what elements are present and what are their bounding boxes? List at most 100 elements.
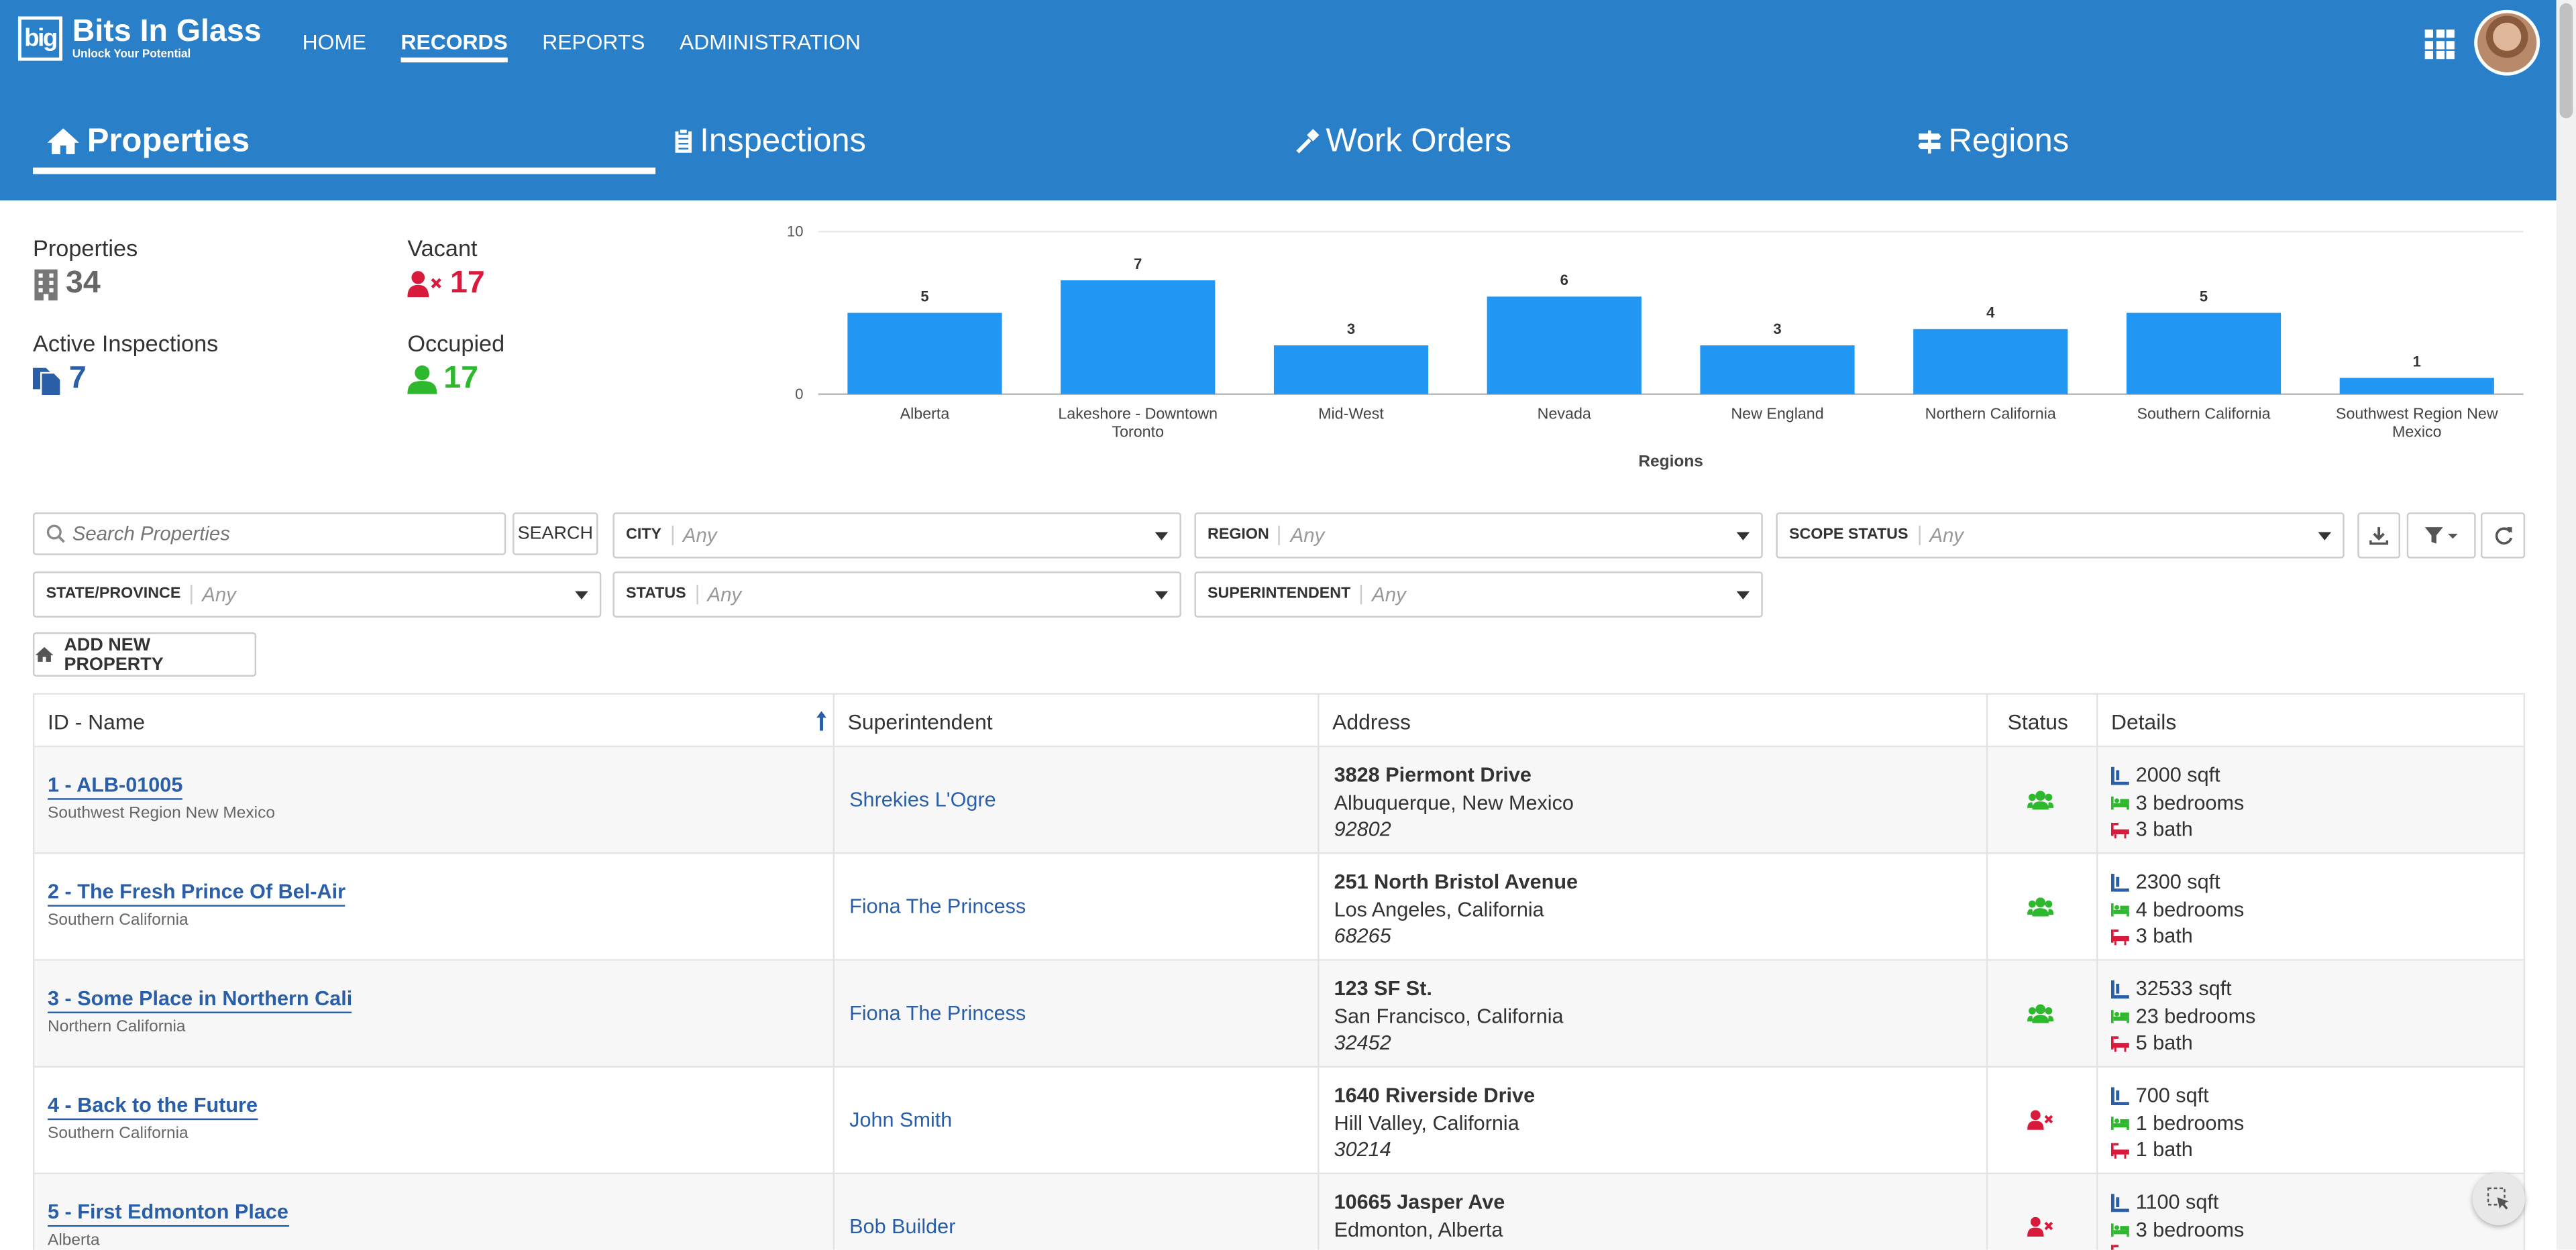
column-divider bbox=[1986, 693, 1988, 1250]
area-ruler-icon bbox=[2110, 766, 2129, 785]
bar bbox=[847, 312, 1002, 394]
state-province-filter[interactable]: STATE/PROVINCE Any bbox=[32, 571, 602, 618]
scope-status-filter[interactable]: SCOPE STATUS Any bbox=[1776, 512, 2345, 559]
hammer-icon bbox=[1296, 129, 1320, 154]
stat-vacant: Vacant 17 bbox=[407, 235, 485, 302]
bar-value-label: 3 bbox=[1773, 321, 1781, 337]
table-row[interactable]: 3 - Some Place in Northern Cali Northern … bbox=[32, 960, 2526, 1068]
filter-label: STATE/PROVINCE bbox=[34, 584, 193, 605]
search-button[interactable]: SEARCH bbox=[513, 512, 598, 555]
stat-active-inspections: Active Inspections 7 bbox=[32, 330, 219, 397]
brand-logo[interactable]: big Bits In Glass Unlock Your Potential bbox=[17, 15, 262, 62]
address-street: 123 SF St. bbox=[1334, 977, 1432, 1001]
nav-administration[interactable]: ADMINISTRATION bbox=[680, 30, 861, 62]
x-tick-label: Mid-West bbox=[1318, 404, 1384, 422]
property-link[interactable]: 5 - First Edmonton Place bbox=[48, 1200, 288, 1227]
caret-down-icon bbox=[1155, 531, 1169, 540]
tab-label: Properties bbox=[87, 122, 250, 159]
tab-regions[interactable]: Regions bbox=[1917, 109, 2069, 174]
apps-grid-icon[interactable] bbox=[2424, 30, 2455, 60]
sort-ascending-icon[interactable] bbox=[816, 711, 826, 731]
address-street: 1640 Riverside Drive bbox=[1334, 1084, 1536, 1107]
vertical-scrollbar[interactable] bbox=[2556, 0, 2576, 1250]
column-header-details[interactable]: Details bbox=[2111, 695, 2176, 749]
caret-down-icon bbox=[2318, 531, 2332, 540]
stat-label: Occupied bbox=[407, 330, 505, 357]
scrollbar-thumb[interactable] bbox=[2559, 3, 2573, 119]
column-header-superintendent[interactable]: Superintendent bbox=[848, 695, 993, 749]
superintendent-link[interactable]: Fiona The Princess bbox=[849, 895, 1026, 918]
filter-menu-button[interactable] bbox=[2406, 512, 2476, 559]
bed-icon bbox=[2110, 797, 2129, 810]
bar-value-label: 7 bbox=[1134, 255, 1142, 272]
detail-sqft: 1100 sqft bbox=[2135, 1190, 2219, 1214]
tab-properties[interactable]: Properties bbox=[46, 109, 250, 174]
address-city: Edmonton, Alberta bbox=[1334, 1217, 1503, 1241]
address-zip: 68265 bbox=[1334, 924, 1391, 948]
nav-home[interactable]: HOME bbox=[303, 30, 367, 62]
property-link[interactable]: 2 - The Fresh Prince Of Bel-Air bbox=[48, 880, 346, 907]
tab-work-orders[interactable]: Work Orders bbox=[1295, 109, 1511, 174]
refresh-button[interactable] bbox=[2480, 512, 2526, 559]
regions-bar-chart: 0 10 5 Alberta 7 Lakeshore - Downtown Toronto 3… bbox=[787, 223, 2524, 471]
status-filter[interactable]: STATUS Any bbox=[612, 571, 1181, 618]
select-tool-button[interactable] bbox=[2472, 1172, 2526, 1225]
download-button[interactable] bbox=[2357, 512, 2400, 559]
property-link[interactable]: 3 - Some Place in Northern Cali bbox=[48, 987, 353, 1014]
superintendent-link[interactable]: Fiona The Princess bbox=[849, 1002, 1026, 1025]
stat-label: Active Inspections bbox=[32, 330, 219, 357]
superintendent-link[interactable]: Shrekies L'Ogre bbox=[849, 789, 996, 811]
area-ruler-icon bbox=[2110, 1086, 2129, 1105]
bar bbox=[2339, 378, 2494, 394]
x-tick-label: Lakeshore - Downtown Toronto bbox=[1058, 404, 1218, 440]
user-avatar[interactable] bbox=[2474, 9, 2540, 76]
main-tabs: Properties Inspections Work Orders Regio… bbox=[33, 109, 2530, 174]
table-row[interactable]: 5 - First Edmonton Place Alberta Bob Build… bbox=[32, 1174, 2526, 1250]
table-header: ID - Name Superintendent Address Status … bbox=[32, 693, 2526, 749]
property-link[interactable]: 4 - Back to the Future bbox=[48, 1094, 258, 1121]
add-new-property-button[interactable]: ADD NEW PROPERTY bbox=[32, 632, 257, 677]
property-region: Southern California bbox=[48, 911, 189, 930]
table-row[interactable]: 4 - Back to the Future Southern Californi… bbox=[32, 1067, 2526, 1175]
address-city: San Francisco, California bbox=[1334, 1004, 1564, 1027]
home-icon bbox=[47, 128, 79, 154]
property-details: 2000 sqft 3 bedrooms 3 bath bbox=[2110, 762, 2244, 843]
table-row[interactable]: 1 - ALB-01005 Southwest Region New Mexico… bbox=[32, 747, 2526, 854]
superintendent-link[interactable]: John Smith bbox=[849, 1109, 952, 1131]
bath-icon bbox=[2110, 1035, 2129, 1052]
signpost-icon bbox=[1918, 130, 1941, 154]
clipboard-icon bbox=[675, 128, 692, 153]
user-icon bbox=[407, 365, 437, 394]
property-details: 700 sqft 1 bedrooms 1 bath bbox=[2110, 1082, 2244, 1163]
nav-records[interactable]: RECORDS bbox=[400, 30, 508, 63]
column-header-address[interactable]: Address bbox=[1332, 695, 1411, 749]
bed-icon bbox=[2110, 1010, 2129, 1024]
nav-reports[interactable]: REPORTS bbox=[542, 30, 645, 62]
filter-label: SCOPE STATUS bbox=[1778, 525, 1920, 546]
superintendent-filter[interactable]: SUPERINTENDENT Any bbox=[1194, 571, 1763, 618]
top-navigation: HOME RECORDS REPORTS ADMINISTRATION bbox=[303, 30, 896, 63]
filter-label: STATUS bbox=[614, 584, 698, 605]
column-header-id-name[interactable]: ID - Name bbox=[48, 695, 145, 749]
tab-inspections[interactable]: Inspections bbox=[674, 109, 866, 174]
x-tick-label: Southwest Region New Mexico bbox=[2336, 404, 2498, 440]
bar bbox=[2126, 312, 2282, 394]
detail-sqft: 32533 sqft bbox=[2135, 977, 2232, 1001]
search-input[interactable] bbox=[72, 522, 484, 546]
detail-sqft: 2300 sqft bbox=[2135, 870, 2220, 894]
property-link[interactable]: 1 - ALB-01005 bbox=[48, 773, 183, 800]
detail-bath: 3 bath bbox=[2135, 817, 2193, 841]
table-row[interactable]: 2 - The Fresh Prince Of Bel-Air Southern … bbox=[32, 854, 2526, 961]
stat-value: 17 bbox=[450, 266, 485, 301]
stat-label: Vacant bbox=[407, 235, 478, 262]
address: 251 North Bristol Avenue Los Angeles, Cal… bbox=[1334, 869, 1578, 950]
stat-value: 34 bbox=[65, 266, 101, 301]
superintendent-link[interactable]: Bob Builder bbox=[849, 1215, 955, 1238]
detail-bath: 5 bath bbox=[2135, 1031, 2193, 1055]
city-filter[interactable]: CITY Any bbox=[612, 512, 1181, 559]
region-filter[interactable]: REGION Any bbox=[1194, 512, 1763, 559]
bar bbox=[1913, 329, 2068, 394]
address-street: 3828 Piermont Drive bbox=[1334, 763, 1532, 787]
filter-value: Any bbox=[202, 583, 236, 606]
column-header-status[interactable]: Status bbox=[2008, 695, 2068, 749]
